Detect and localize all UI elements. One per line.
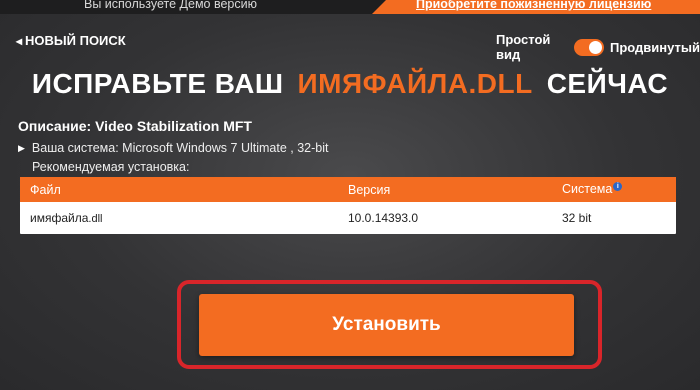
header-system-label: Система [562, 182, 613, 197]
simple-view-label[interactable]: Простой вид [496, 32, 568, 62]
table-header: Файл Версия Система i [20, 177, 676, 202]
top-banner: Вы используете Демо версию Приобретите п… [0, 0, 700, 14]
demo-notice: Вы используете Демо версию [84, 0, 257, 11]
title-filename: ИМЯФАЙЛА.DLL [297, 68, 533, 99]
file-description: Описание: Video Stabilization MFT [18, 118, 252, 134]
recommended-install-label: Рекомендуемая установка: [32, 160, 190, 174]
header-system: Система i [560, 182, 676, 197]
table-row: имяфайла.dll 10.0.14393.0 32 bit [20, 202, 676, 234]
title-part-2: СЕЙЧАС [546, 68, 669, 99]
install-button[interactable]: Установить [199, 294, 574, 356]
file-name: имяфайла [30, 211, 89, 225]
header-file: Файл [30, 182, 61, 197]
view-toggle[interactable] [574, 38, 604, 56]
buy-license-banner[interactable]: Приобретите пожизненную лицензию [372, 0, 700, 14]
cell-version: 10.0.14393.0 [348, 211, 419, 225]
file-ext: .dll [88, 213, 103, 225]
buy-license-link[interactable]: Приобретите пожизненную лицензию [416, 0, 651, 11]
back-arrow-icon: ◂ [16, 33, 23, 48]
title-part-1: ИСПРАВЬТЕ ВАШ [31, 68, 284, 99]
new-search-link[interactable]: ◂ НОВЫЙ ПОИСК [16, 33, 126, 48]
header-version: Версия [348, 182, 391, 197]
new-search-label: НОВЫЙ ПОИСК [25, 33, 126, 48]
expand-triangle-icon[interactable]: ▶ [18, 143, 25, 154]
advanced-view-label[interactable]: Продвинутый [610, 40, 700, 55]
cell-system: 32 bit [562, 211, 592, 225]
cell-file: имяфайла.dll [20, 211, 348, 225]
system-info: ▶ Ваша система: Microsoft Windows 7 Ulti… [18, 141, 329, 155]
page-title: ИСПРАВЬТЕ ВАШ ИМЯФАЙЛА.DLL СЕЙЧАС [0, 68, 700, 100]
view-mode-switch: Простой вид Продвинутый [496, 32, 700, 62]
system-info-text: Ваша система: Microsoft Windows 7 Ultima… [31, 141, 329, 155]
toggle-knob [589, 40, 602, 54]
info-icon[interactable]: i [613, 182, 623, 192]
file-table: Файл Версия Система i имяфайла.dll 10.0.1… [20, 177, 676, 234]
